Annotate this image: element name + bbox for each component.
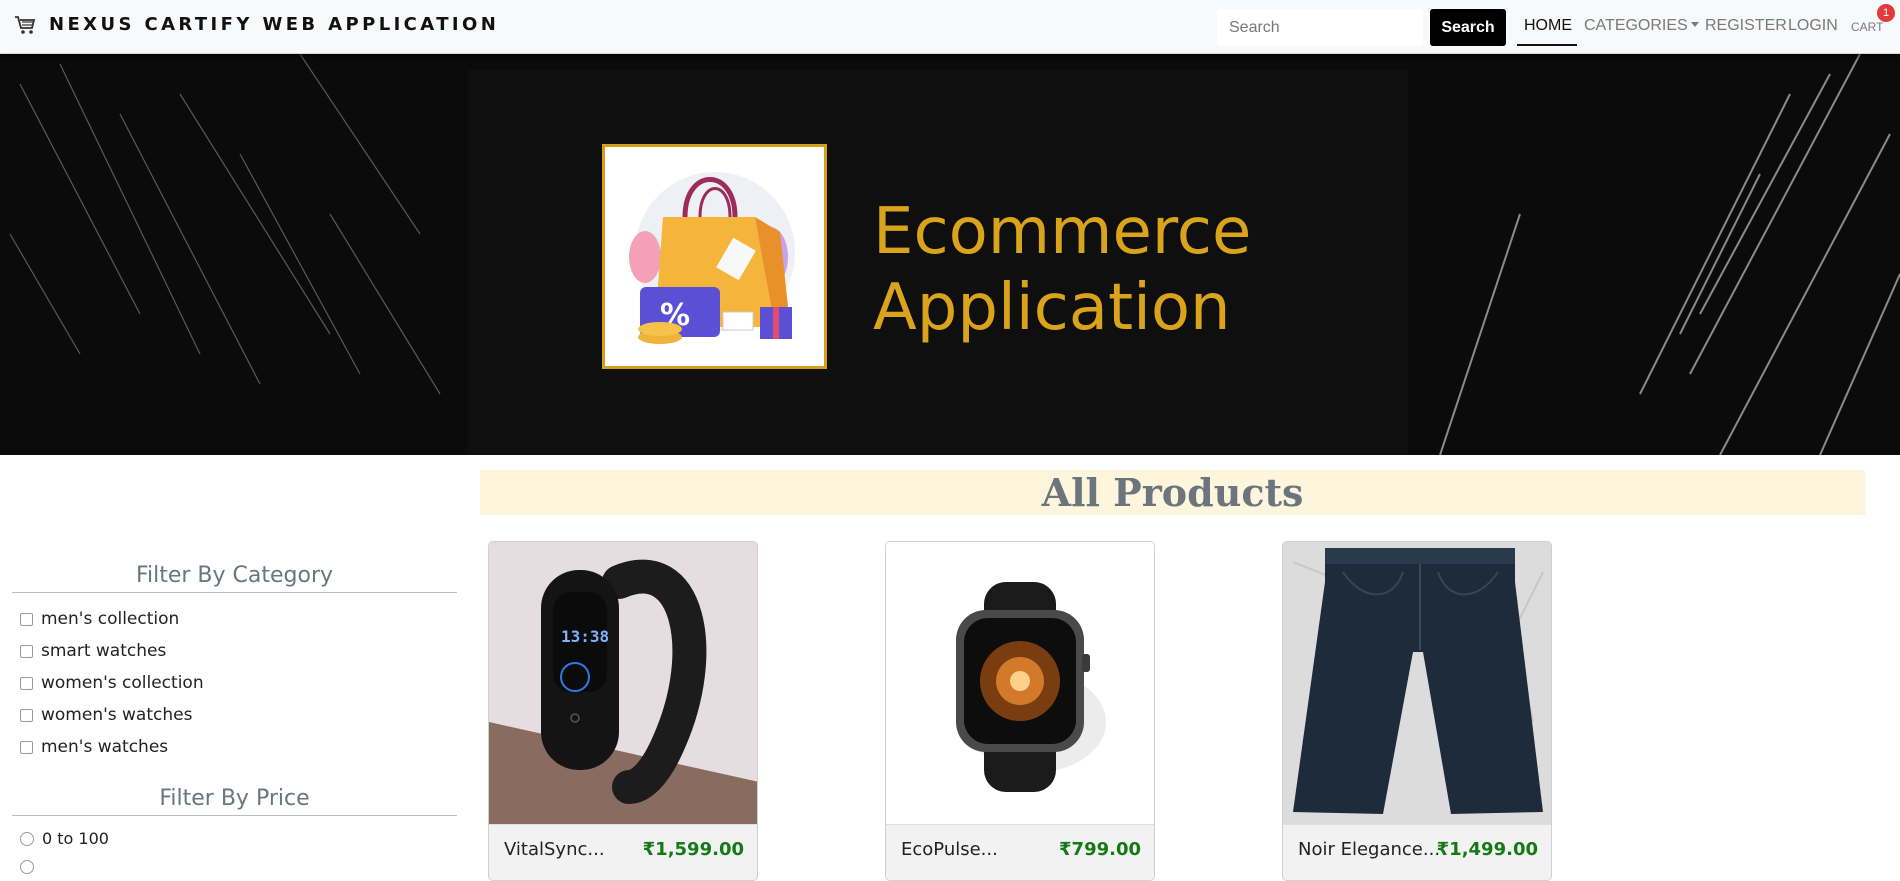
shopping-bag-logo: % (602, 144, 827, 369)
checkbox[interactable] (20, 740, 33, 754)
product-image-jeans (1283, 542, 1551, 824)
category-checkbox-item[interactable]: smart watches (20, 641, 166, 661)
category-label: men's collection (41, 609, 180, 629)
product-name[interactable]: Noir Elegance... (1298, 839, 1440, 860)
top-navbar: NEXUS CARTIFY WEB APPLICATION Search HOM… (0, 0, 1900, 54)
product-name[interactable]: VitalSync... (504, 839, 605, 860)
price-label: 0 to 100 (42, 829, 109, 848)
active-nav-indicator (1517, 44, 1577, 46)
search-input[interactable] (1217, 9, 1423, 46)
product-card[interactable]: Noir Elegance... ₹1,499.00 (1282, 541, 1552, 881)
category-label: women's collection (41, 673, 204, 693)
product-card-footer: EcoPulse... ₹799.00 (886, 824, 1154, 880)
nav-home[interactable]: HOME (1524, 17, 1572, 35)
nav-login[interactable]: LOGIN (1788, 17, 1838, 35)
filter-category-title: Filter By Category (12, 563, 457, 593)
cart-count-badge: 1 (1877, 4, 1895, 22)
product-image-smartwatch (886, 542, 1154, 824)
price-radio-partial[interactable] (20, 860, 34, 874)
checkbox[interactable] (20, 708, 33, 722)
checkbox[interactable] (20, 612, 33, 626)
product-price: ₹1,499.00 (1436, 839, 1538, 860)
brand-title: NEXUS CARTIFY WEB APPLICATION (49, 14, 500, 35)
banner-title: Ecommerce Application (873, 194, 1251, 346)
product-card[interactable]: 13:38 VitalSync... ₹1,599.00 (488, 541, 758, 881)
banner-title-line1: Ecommerce (873, 195, 1252, 269)
product-image-fitness-band: 13:38 (489, 542, 757, 824)
checkbox[interactable] (20, 644, 33, 658)
category-checkbox-item[interactable]: women's collection (20, 673, 204, 693)
product-card-footer: Noir Elegance... ₹1,499.00 (1283, 824, 1551, 880)
checkbox[interactable] (20, 676, 33, 690)
shopping-bag-icon: % (629, 172, 795, 344)
category-checkbox-item[interactable]: women's watches (20, 705, 192, 725)
product-name[interactable]: EcoPulse... (901, 839, 998, 860)
all-products-heading: All Products (480, 470, 1865, 515)
category-label: smart watches (41, 641, 167, 661)
brand[interactable]: NEXUS CARTIFY WEB APPLICATION (14, 14, 499, 35)
banner-title-line2: Application (873, 271, 1231, 345)
nav-categories-dropdown[interactable]: CATEGORIES (1584, 17, 1699, 35)
category-label: women's watches (41, 705, 193, 725)
radio-button[interactable] (20, 831, 34, 846)
nav-cart[interactable]: CART (1851, 20, 1883, 34)
svg-text:13:38: 13:38 (561, 627, 609, 646)
product-card-footer: VitalSync... ₹1,599.00 (489, 824, 757, 880)
product-price: ₹1,599.00 (642, 839, 744, 860)
nav-categories-label: CATEGORIES (1584, 17, 1688, 34)
category-checkbox-item[interactable]: men's watches (20, 737, 168, 757)
product-card[interactable]: EcoPulse... ₹799.00 (885, 541, 1155, 881)
search-button[interactable]: Search (1430, 9, 1506, 46)
nav-register[interactable]: REGISTER (1705, 17, 1787, 35)
product-price: ₹799.00 (1059, 839, 1141, 860)
price-radio-item[interactable]: 0 to 100 (20, 829, 109, 848)
category-checkbox-item[interactable]: men's collection (20, 609, 179, 629)
cart-icon (15, 15, 36, 34)
hero-banner: % Ecommerce Application (0, 54, 1900, 455)
caret-down-icon (1690, 21, 1699, 27)
category-label: men's watches (41, 737, 169, 757)
filter-price-title: Filter By Price (12, 786, 457, 816)
